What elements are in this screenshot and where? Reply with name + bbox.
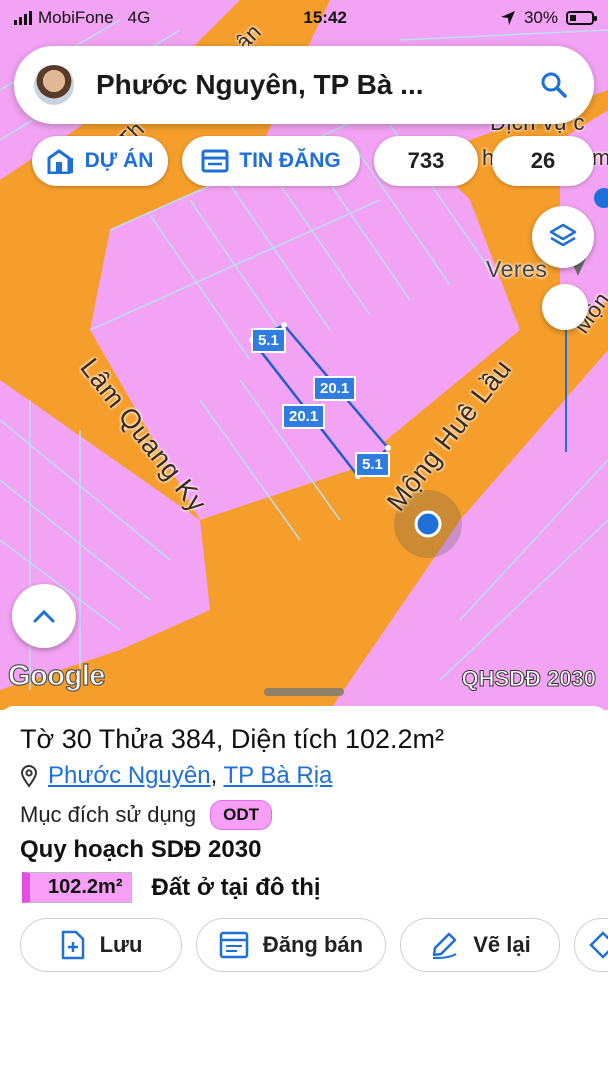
projects-chip[interactable]: DỰ ÁN: [32, 136, 168, 186]
expand-up-button[interactable]: [12, 584, 76, 648]
network-type: 4G: [127, 8, 151, 27]
location-separator: ,: [210, 762, 218, 789]
plan-land-type: Đất ở tại đô thị: [151, 873, 321, 901]
location-line: Phước Nguyên, TP Bà Rịa: [20, 762, 332, 790]
post-for-sale-button[interactable]: Đăng bán: [196, 918, 386, 972]
layers-icon: [549, 223, 577, 247]
sheet-drag-handle[interactable]: [264, 688, 344, 696]
status-bar: MobiFone 4G 15:42 30%: [0, 0, 608, 36]
redraw-label: Vẽ lại: [473, 932, 531, 957]
purpose-label: Mục đích sử dụng: [20, 802, 197, 827]
more-action-button[interactable]: [574, 918, 608, 972]
search-bar[interactable]: Phước Nguyên, TP Bà ...: [14, 46, 594, 124]
listing-form-icon: [219, 931, 249, 959]
dimension-top-width: 5.1: [251, 328, 286, 353]
listing-icon: [201, 149, 229, 173]
redraw-button[interactable]: Vẽ lại: [400, 918, 560, 972]
dimension-length-b: 20.1: [282, 404, 326, 429]
search-icon[interactable]: [534, 65, 574, 105]
battery-percent: 30%: [523, 8, 558, 27]
poi-label-m: m: [592, 145, 608, 170]
listings-chip[interactable]: TIN ĐĂNG: [182, 136, 360, 186]
dimension-bottom-width: 5.1: [355, 452, 390, 477]
chevron-up-icon: [33, 609, 55, 623]
ward-link[interactable]: Phước Nguyên: [48, 762, 211, 789]
action-row: Lưu Đăng bán Vẽ lại: [20, 918, 608, 972]
avatar[interactable]: [34, 65, 74, 105]
parcel-info-sheet[interactable]: Tờ 30 Thửa 384, Diện tích 102.2m² Phước …: [0, 688, 608, 1080]
poi-label-veres: Veres: [486, 256, 548, 282]
redraw-pen-icon: [433, 932, 457, 959]
google-logo: Google: [7, 659, 106, 692]
clock: 15:42: [303, 8, 347, 27]
plan-area-chip: 102.2m²: [22, 872, 132, 903]
land-use-purpose: Mục đích sử dụng ODT: [20, 800, 273, 830]
save-doc-icon: [61, 930, 84, 960]
carrier-name: MobiFone: [38, 8, 114, 27]
plan-area-row: 102.2m² Đất ở tại đô thị: [22, 872, 321, 903]
building-icon: [47, 149, 73, 174]
dimension-length-a: 20.1: [313, 376, 357, 401]
search-title[interactable]: Phước Nguyên, TP Bà ...: [96, 69, 534, 101]
map-pin-icon: [20, 765, 38, 788]
signal-icon: [14, 11, 32, 25]
save-label: Lưu: [99, 932, 143, 957]
plan-title: Quy hoạch SDĐ 2030: [20, 836, 262, 863]
purpose-code-badge: ODT: [210, 800, 273, 830]
save-button[interactable]: Lưu: [20, 918, 182, 972]
plan-layer-label: QHSDĐ 2030: [461, 666, 597, 692]
layers-button[interactable]: [532, 206, 594, 268]
location-arrow-icon: [500, 11, 515, 25]
post-label: Đăng bán: [262, 932, 364, 957]
parcel-title: Tờ 30 Thửa 384, Diện tích 102.2m²: [20, 724, 444, 754]
count-chip-b[interactable]: 26: [492, 136, 594, 186]
listings-label: TIN ĐĂNG: [239, 149, 341, 172]
city-link[interactable]: TP Bà Rịa: [223, 762, 332, 789]
map-slider-handle[interactable]: [542, 284, 588, 330]
battery-icon: [566, 11, 597, 25]
count-chip-a[interactable]: 733: [374, 136, 478, 186]
direction-icon: [589, 931, 608, 959]
projects-label: DỰ ÁN: [84, 149, 154, 172]
